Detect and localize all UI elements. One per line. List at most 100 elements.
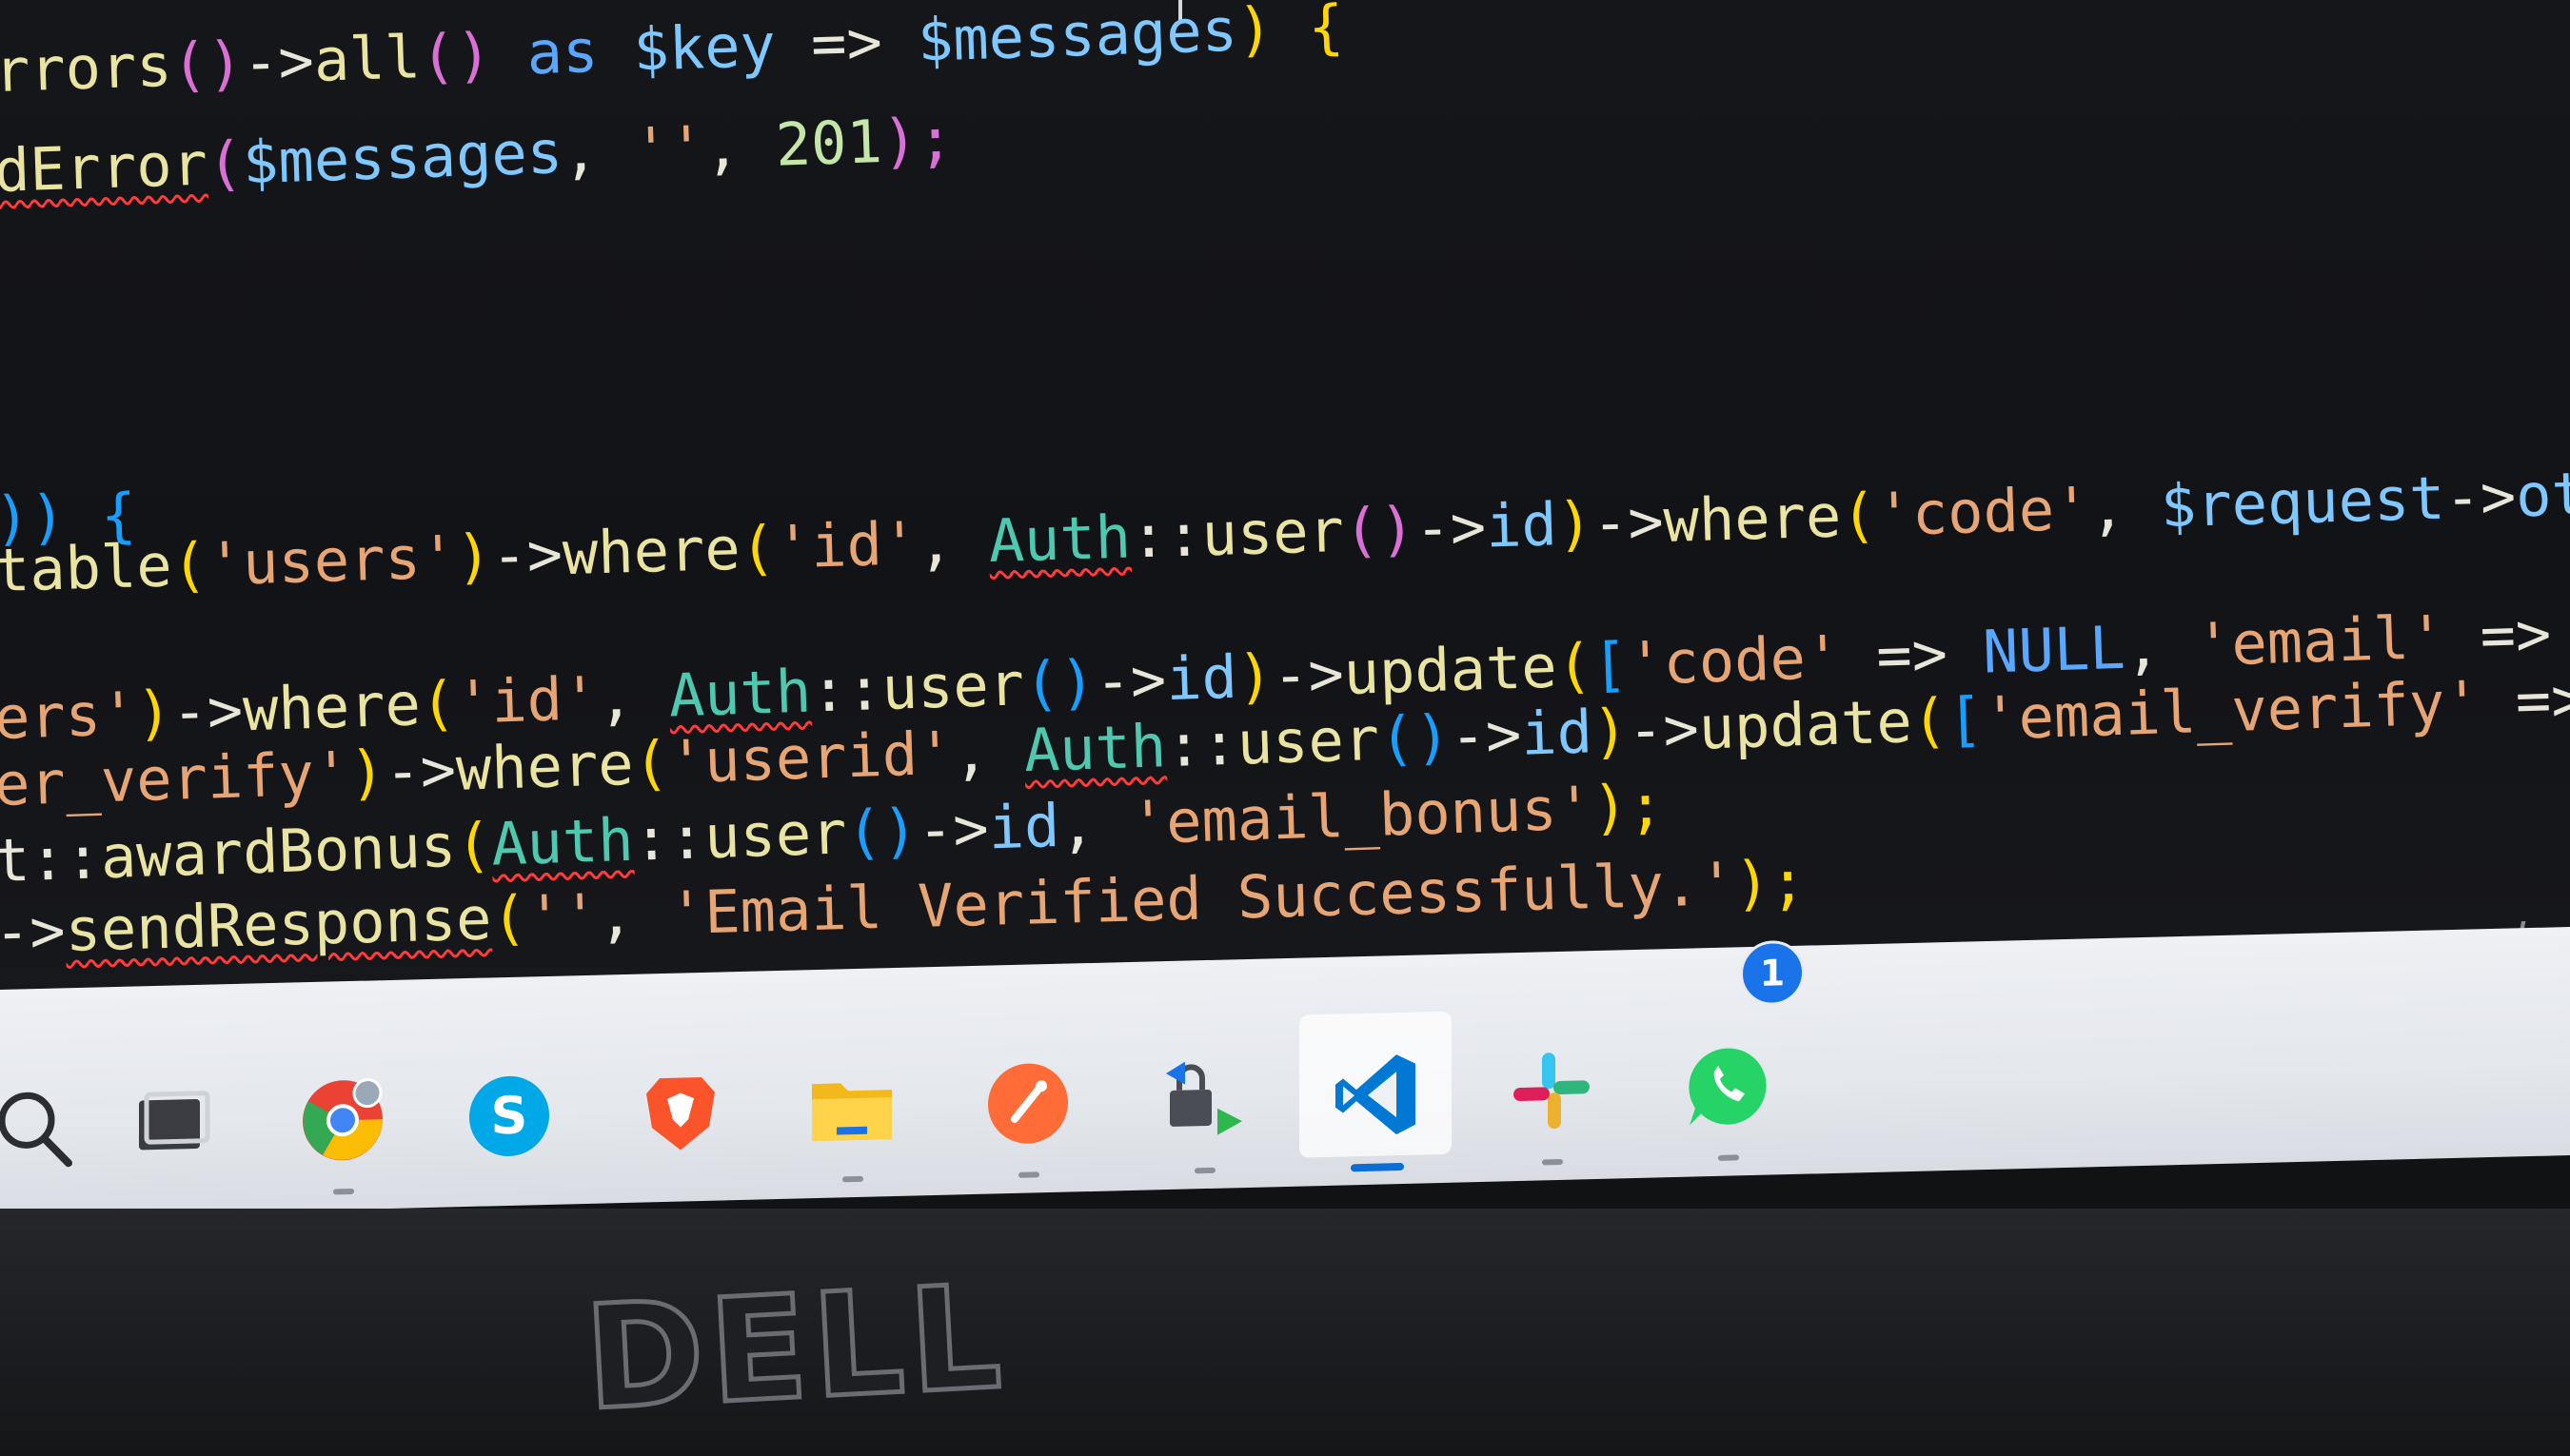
code-token: $messages <box>916 0 1238 75</box>
active-indicator <box>1351 1162 1404 1172</box>
code-token: => <box>1839 617 1985 692</box>
monitor-bezel <box>0 1209 2570 1456</box>
code-token: , <box>2124 610 2198 682</box>
dell-logo: DELL <box>579 1252 1013 1445</box>
code-token: () <box>170 28 245 100</box>
code-token: all <box>312 22 422 95</box>
code-token: table <box>0 530 173 605</box>
code-token: sendResponse <box>64 883 493 965</box>
code-token: id <box>1164 641 1238 715</box>
code-token: :: <box>1129 500 1203 572</box>
code-token: ( <box>632 727 671 798</box>
code-token: user <box>1236 703 1381 778</box>
code-token: () <box>845 795 919 868</box>
code-token: update <box>1342 631 1558 708</box>
code-token: ( <box>490 882 528 954</box>
code-token: 201 <box>774 107 883 180</box>
search-icon[interactable] <box>0 1079 86 1176</box>
code-token: 'id' <box>774 508 919 582</box>
code-token: ( <box>1840 480 1878 551</box>
code-token: Auth <box>490 804 635 879</box>
code-token: id <box>1520 697 1594 769</box>
code-line[interactable]: table('users')->where('id', Auth::user()… <box>0 456 2570 605</box>
code-token: 'email_bonus' <box>1129 773 1594 858</box>
chrome-icon[interactable] <box>295 1072 390 1195</box>
code-token: -> <box>1271 638 1345 711</box>
code-token: t:: <box>0 822 103 895</box>
skype-icon[interactable]: S <box>462 1068 557 1165</box>
code-token: , <box>702 109 777 183</box>
code-token: ) <box>1236 640 1275 712</box>
code-token: rrors <box>0 30 173 106</box>
code-token: Auth <box>1022 711 1168 786</box>
code-token: NULL <box>1981 612 2126 687</box>
code-token: ) <box>135 677 173 749</box>
code-token: -> <box>1414 491 1488 563</box>
code-token: where <box>241 669 422 745</box>
code-token: -> <box>2443 461 2518 533</box>
code-token: Auth <box>667 656 813 731</box>
code-token: () <box>1342 493 1416 565</box>
code-token: -> <box>1626 693 1700 766</box>
code-token: otp <box>2515 458 2570 531</box>
running-indicator <box>1542 1158 1563 1166</box>
file-explorer-icon[interactable] <box>804 1059 900 1183</box>
brave-icon[interactable] <box>633 1063 728 1160</box>
code-token: $key <box>632 10 777 85</box>
code-token: , <box>561 114 635 187</box>
code-token: ); <box>880 104 955 177</box>
code-token: ( <box>454 809 493 880</box>
code-token: :: <box>632 802 706 875</box>
code-token: -> <box>0 895 67 967</box>
code-token: -> <box>384 734 458 807</box>
remote-access-icon[interactable] <box>1156 1051 1252 1174</box>
task-view-icon[interactable] <box>124 1075 219 1172</box>
code-token: ) { <box>1236 0 1345 65</box>
code-token: dError <box>0 128 209 206</box>
code-token: 'id' <box>454 662 600 738</box>
code-token: er_verify' <box>0 738 351 819</box>
code-token: , <box>917 506 990 579</box>
code-token: [ <box>1946 683 1985 755</box>
code-token: id <box>1484 489 1558 561</box>
code-token: -> <box>241 25 315 98</box>
code-token: ( <box>1555 630 1594 701</box>
whatsapp-icon[interactable] <box>1680 1037 1775 1161</box>
code-token: 'email' <box>2194 601 2446 680</box>
code-token: ers' <box>0 679 138 753</box>
code-token: update <box>1697 686 1913 763</box>
code-token: ( <box>1910 684 1949 757</box>
code-token: ( <box>206 128 245 199</box>
running-indicator <box>1718 1154 1739 1161</box>
slack-icon[interactable] <box>1504 1042 1599 1166</box>
code-token: , <box>597 878 670 951</box>
code-token: ( <box>419 667 458 739</box>
code-token: () <box>1377 701 1452 774</box>
code-token: , <box>1058 788 1133 860</box>
code-token: => <box>774 5 919 80</box>
code-token: user <box>880 649 1026 724</box>
code-token: where <box>1662 481 1843 556</box>
code-token: ) <box>1555 488 1594 560</box>
running-indicator <box>842 1175 863 1183</box>
code-token: -> <box>170 675 245 747</box>
code-line[interactable]: dError($messages, '', 201); <box>0 104 955 206</box>
code-token: $request <box>2159 462 2446 541</box>
postman-icon[interactable] <box>980 1054 1076 1178</box>
code-token: -> <box>1094 644 1168 717</box>
code-token: , <box>597 660 671 733</box>
code-token: ) <box>454 521 493 592</box>
code-token: [ <box>1591 629 1630 700</box>
code-token: :: <box>1164 708 1238 781</box>
code-token: 'users' <box>206 521 458 600</box>
running-indicator <box>1195 1167 1216 1174</box>
code-token: ( <box>739 512 777 583</box>
vscode-icon[interactable] <box>1328 1046 1423 1172</box>
code-editor[interactable]: rrors()->all() as $key => $messages) {dE… <box>0 0 2570 1028</box>
code-token: ); <box>1733 846 1807 918</box>
code-token: -> <box>1449 698 1523 772</box>
code-token: id <box>987 790 1061 863</box>
code-token: as <box>490 14 635 89</box>
code-line[interactable]: rrors()->all() as $key => $messages) { <box>0 0 1345 106</box>
running-indicator <box>333 1188 354 1195</box>
